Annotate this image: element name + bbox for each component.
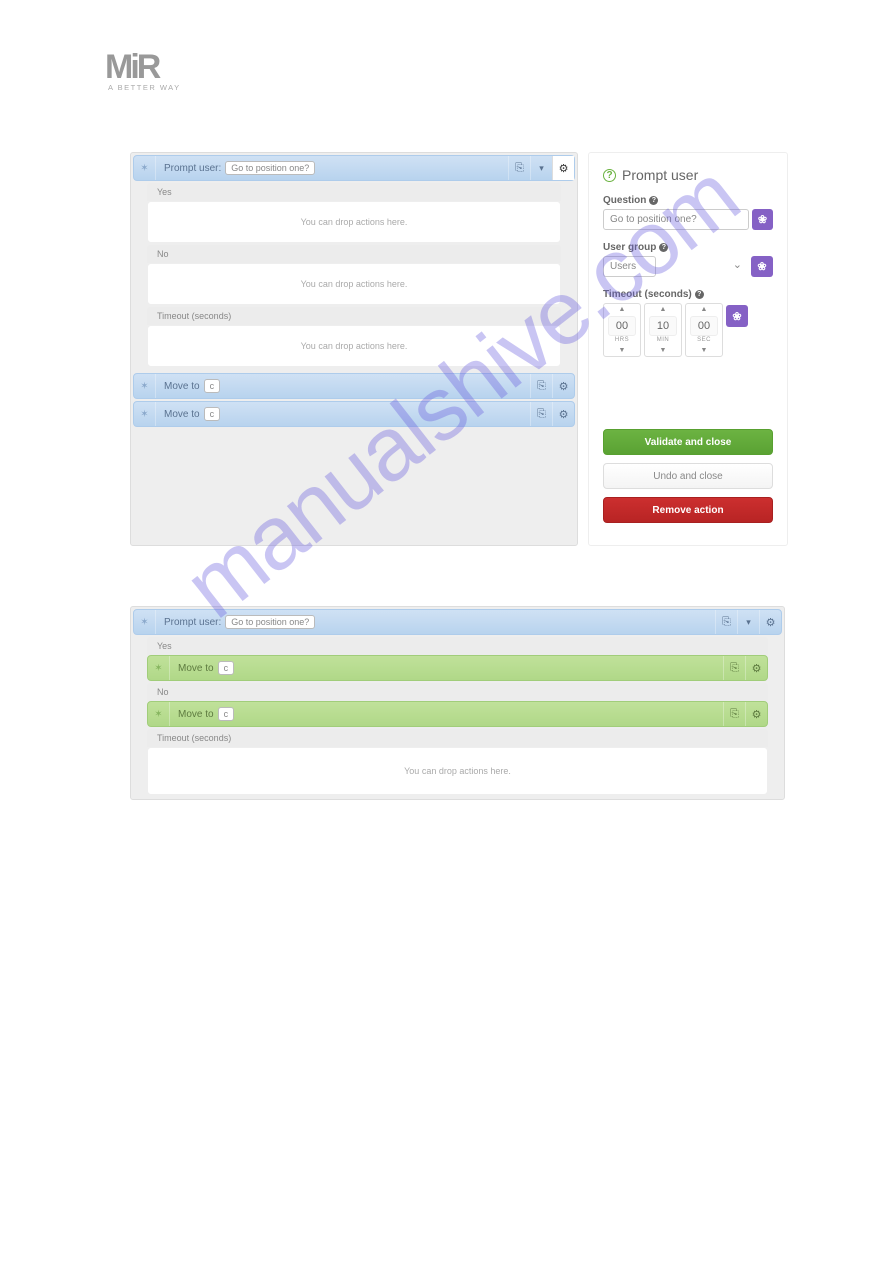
timeout-dropzone[interactable]: You can drop actions here.: [147, 325, 561, 367]
walk-icon: [134, 156, 156, 180]
timeout-section-label: Timeout (seconds): [147, 729, 768, 747]
sec-up-icon[interactable]: ▲: [701, 304, 708, 315]
hrs-value[interactable]: 00: [608, 316, 636, 336]
timeout-label: Timeout (seconds) ?: [603, 289, 773, 300]
usergroup-select[interactable]: Users: [603, 256, 656, 277]
gear-icon[interactable]: [745, 702, 767, 726]
gear-icon[interactable]: [759, 610, 781, 634]
move-to-label: Move to: [164, 409, 200, 420]
prompt-user-tag[interactable]: Go to position one?: [225, 161, 315, 175]
gear-icon[interactable]: [552, 402, 574, 426]
prompt-user-label: Prompt user:: [164, 617, 221, 628]
copy-icon[interactable]: [715, 610, 737, 634]
logo-text: MiR: [105, 48, 893, 87]
walk-icon: [134, 374, 156, 398]
move-to-action-bar[interactable]: Move to c: [147, 701, 768, 727]
question-icon: ?: [603, 169, 616, 182]
expand-icon[interactable]: [530, 156, 552, 180]
move-to-action-bar[interactable]: Move to c: [147, 655, 768, 681]
min-up-icon[interactable]: ▲: [660, 304, 667, 315]
mission-editor-expanded: Prompt user: Go to position one? Yes Mov…: [130, 606, 785, 800]
sec-unit: SEC: [697, 337, 711, 345]
move-to-label: Move to: [178, 709, 214, 720]
walk-icon: [134, 610, 156, 634]
usergroup-label: User group ?: [603, 242, 773, 253]
logo-tagline: A BETTER WAY: [108, 83, 893, 92]
move-to-tag[interactable]: c: [204, 379, 221, 393]
yes-section-label: Yes: [147, 637, 768, 655]
minutes-spinner: ▲ 10 MIN ▼: [644, 303, 682, 357]
copy-icon[interactable]: [723, 702, 745, 726]
copy-icon[interactable]: [530, 402, 552, 426]
prompt-user-action-bar[interactable]: Prompt user: Go to position one?: [133, 155, 575, 181]
move-to-tag[interactable]: c: [218, 707, 235, 721]
properties-title: ? Prompt user: [603, 167, 773, 183]
min-value[interactable]: 10: [649, 316, 677, 336]
copy-icon[interactable]: [530, 374, 552, 398]
remove-action-button[interactable]: Remove action: [603, 497, 773, 523]
hrs-up-icon[interactable]: ▲: [619, 304, 626, 315]
move-to-label: Move to: [178, 663, 214, 674]
no-dropzone[interactable]: You can drop actions here.: [147, 263, 561, 305]
prompt-user-tag[interactable]: Go to position one?: [225, 615, 315, 629]
walk-icon: [148, 702, 170, 726]
sec-down-icon[interactable]: ▼: [701, 345, 708, 356]
timeout-dropzone[interactable]: You can drop actions here.: [147, 747, 768, 795]
copy-icon[interactable]: [723, 656, 745, 680]
question-input[interactable]: [603, 209, 749, 230]
brand-logo: MiR A BETTER WAY: [105, 48, 893, 92]
yes-section-label: Yes: [147, 183, 561, 201]
gear-icon[interactable]: [552, 156, 574, 180]
mission-editor-panel: Prompt user: Go to position one? Yes You…: [130, 152, 578, 546]
variable-link-button[interactable]: [752, 209, 773, 230]
expand-icon[interactable]: [737, 610, 759, 634]
timeout-section-label: Timeout (seconds): [147, 307, 561, 325]
walk-icon: [148, 656, 170, 680]
move-to-label: Move to: [164, 381, 200, 392]
prompt-user-label: Prompt user:: [164, 163, 221, 174]
move-to-action-bar[interactable]: Move to c: [133, 373, 575, 399]
sec-value[interactable]: 00: [690, 316, 718, 336]
move-to-tag[interactable]: c: [218, 661, 235, 675]
question-label: Question ?: [603, 195, 773, 206]
gear-icon[interactable]: [745, 656, 767, 680]
gear-icon[interactable]: [552, 374, 574, 398]
yes-dropzone[interactable]: You can drop actions here.: [147, 201, 561, 243]
undo-close-button[interactable]: Undo and close: [603, 463, 773, 489]
hrs-unit: HRS: [615, 337, 629, 345]
no-section-label: No: [147, 245, 561, 263]
hours-spinner: ▲ 00 HRS ▼: [603, 303, 641, 357]
copy-icon[interactable]: [508, 156, 530, 180]
seconds-spinner: ▲ 00 SEC ▼: [685, 303, 723, 357]
move-to-tag[interactable]: c: [204, 407, 221, 421]
min-unit: MIN: [657, 337, 670, 345]
help-icon[interactable]: ?: [695, 290, 704, 299]
validate-close-button[interactable]: Validate and close: [603, 429, 773, 455]
move-to-action-bar[interactable]: Move to c: [133, 401, 575, 427]
min-down-icon[interactable]: ▼: [660, 345, 667, 356]
prompt-user-properties: ? Prompt user Question ? User group ? Us…: [588, 152, 788, 546]
no-section-label: No: [147, 683, 768, 701]
prompt-user-action-bar[interactable]: Prompt user: Go to position one?: [133, 609, 782, 635]
variable-link-button[interactable]: [751, 256, 773, 277]
help-icon[interactable]: ?: [649, 196, 658, 205]
help-icon[interactable]: ?: [659, 243, 668, 252]
variable-link-button[interactable]: [726, 305, 748, 327]
hrs-down-icon[interactable]: ▼: [619, 345, 626, 356]
walk-icon: [134, 402, 156, 426]
